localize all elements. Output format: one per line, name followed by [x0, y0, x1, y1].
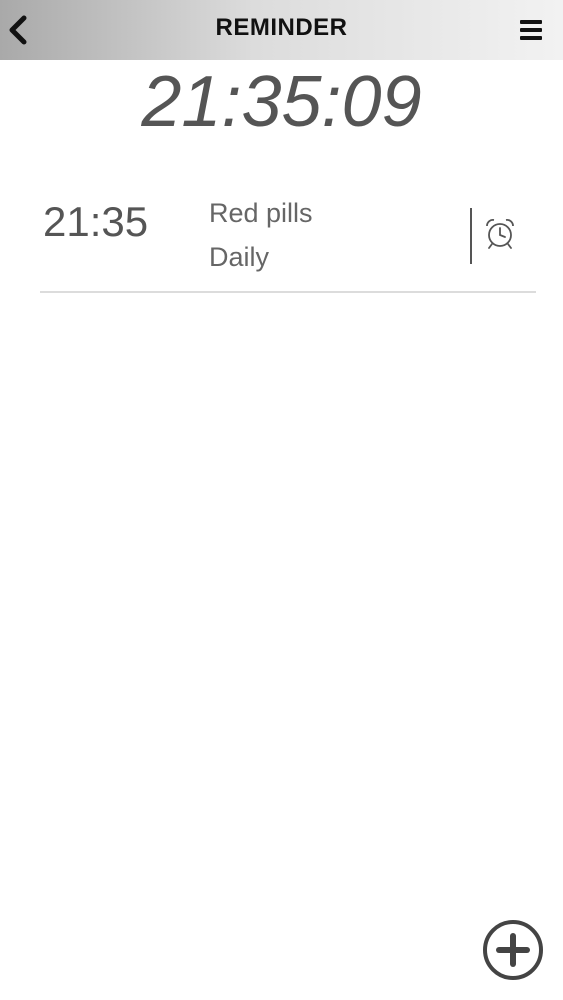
hamburger-menu-icon [520, 20, 542, 40]
row-divider [470, 208, 472, 264]
reminder-screen: REMINDER 21:35:09 21:35 Red pills Daily [0, 0, 563, 1000]
page-title: REMINDER [215, 14, 348, 41]
menu-button[interactable] [517, 16, 545, 44]
reminder-time: 21:35 [43, 198, 149, 245]
current-time-display: 21:35:09 [141, 62, 422, 142]
plus-circle-icon [483, 920, 543, 980]
add-reminder-button[interactable] [481, 918, 545, 982]
alarm-clock-icon [486, 219, 514, 249]
reminder-repeat: Daily [209, 242, 270, 272]
alarm-toggle-button[interactable] [482, 216, 518, 252]
reminder-name: Red pills [209, 198, 313, 228]
header-bar: REMINDER [0, 0, 563, 60]
reminder-row[interactable]: 21:35 Red pills Daily [40, 180, 536, 293]
